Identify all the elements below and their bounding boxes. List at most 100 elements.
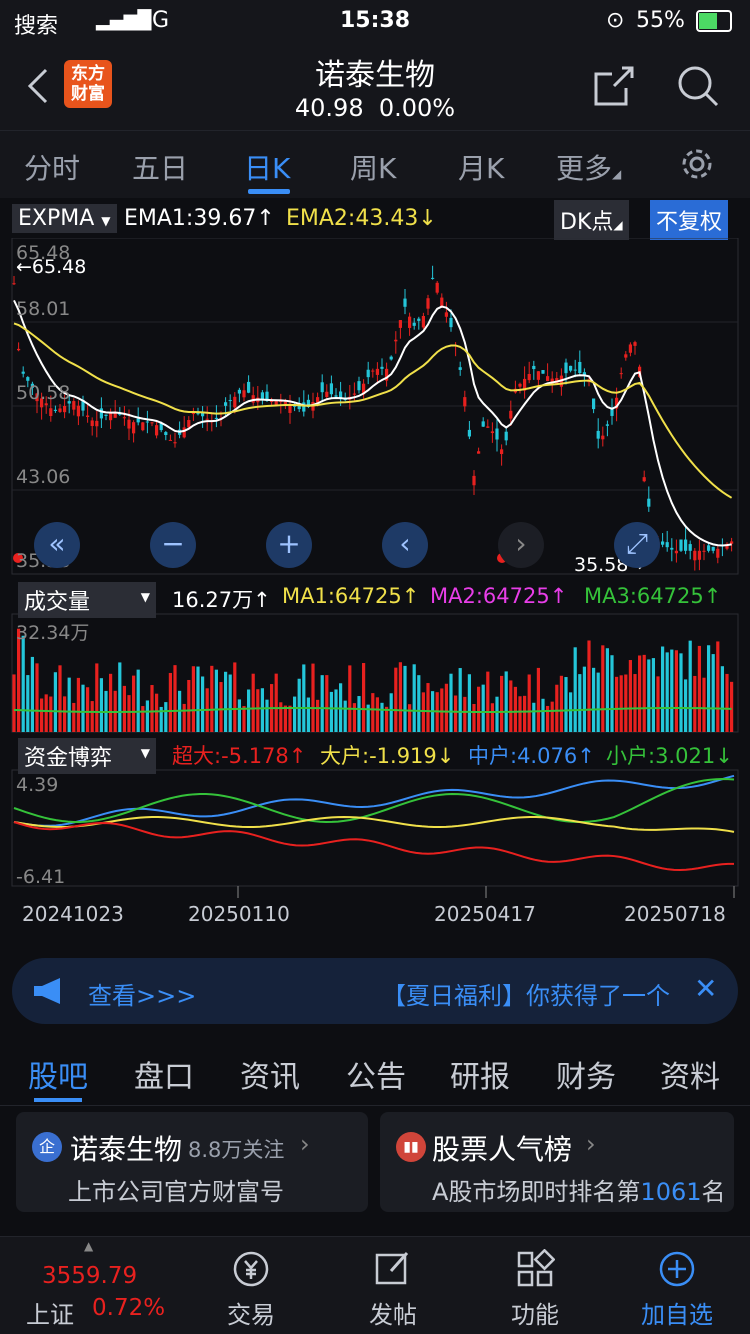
volume-max: 32.34万: [16, 622, 90, 644]
tab-guba[interactable]: 股吧: [28, 1052, 88, 1096]
scroll-right-button[interactable]: ›: [498, 522, 544, 568]
volume-bar: [67, 677, 71, 732]
promo-banner[interactable]: 查看>>> 【夏日福利】你获得了一个 ✕: [12, 958, 738, 1024]
rank-prefix: A股市场即时排名第: [432, 1178, 641, 1206]
app-logo[interactable]: 东方 财富: [64, 60, 112, 108]
volume-bar: [679, 653, 683, 732]
chevron-left-icon[interactable]: [22, 66, 52, 106]
tab-five-day[interactable]: 五日: [132, 147, 188, 187]
card-followers: 8.8万关注: [188, 1138, 285, 1162]
index-change[interactable]: 0.72%: [92, 1295, 165, 1321]
nav-trade-label: 交易: [227, 1301, 275, 1329]
tab-weekly-k[interactable]: 周K: [350, 147, 396, 187]
volume-bar: [536, 667, 540, 732]
volume-bar: [228, 674, 232, 732]
tab-pankou[interactable]: 盘口: [134, 1052, 194, 1096]
volume-bar: [86, 687, 90, 732]
tab-finance[interactable]: 财务: [556, 1052, 616, 1096]
zoom-out-button[interactable]: −: [150, 522, 196, 568]
status-bar: 搜索 ▂▄▆█ 4G 15:38 ⊙ 55%: [0, 0, 750, 44]
zoom-in-button[interactable]: +: [266, 522, 312, 568]
volume-bar: [237, 699, 241, 732]
stock-price: 40.98: [294, 94, 364, 122]
kline-chart-area[interactable]: EXPMA ▼ EMA1:39.67↑ EMA2:43.43↓ DK点◢ 不复权…: [0, 198, 750, 948]
volume-bar: [661, 646, 665, 732]
banner-link-text[interactable]: 查看>>>: [88, 976, 196, 1011]
volume-bar: [132, 675, 136, 732]
expma-label: EXPMA: [18, 206, 95, 231]
price-tick: 50.58: [16, 382, 71, 404]
company-card[interactable]: 企 诺泰生物 8.8万关注 › 上市公司官方财富号: [16, 1112, 368, 1212]
lock-icon: ⊙: [606, 8, 625, 33]
card-company-name: 诺泰生物: [70, 1133, 183, 1166]
search-icon[interactable]: [676, 64, 720, 108]
megaphone-icon: [34, 978, 60, 1004]
volume-bar: [274, 673, 278, 732]
index-name[interactable]: 上证: [26, 1295, 74, 1330]
volume-bar: [242, 706, 246, 732]
volume-bar: [164, 702, 168, 732]
volume-bar: [555, 684, 559, 732]
nav-add-watchlist[interactable]: 加自选: [622, 1249, 732, 1330]
battery-percent: 55%: [636, 8, 685, 33]
tab-profile[interactable]: 资料: [660, 1052, 720, 1096]
rank-value: 1061: [640, 1178, 702, 1206]
tab-daily-k[interactable]: 日K: [244, 147, 290, 187]
tab-monthly-k[interactable]: 月K: [458, 147, 504, 187]
volume-bar: [279, 702, 283, 732]
volume-bar: [403, 665, 407, 732]
volume-bar: [504, 671, 508, 732]
index-value[interactable]: 3559.79: [42, 1263, 137, 1289]
stock-name: 诺泰生物: [315, 58, 435, 93]
close-icon[interactable]: ✕: [694, 972, 717, 1005]
fund-medium: 中户:4.076↑: [468, 744, 595, 768]
gear-icon[interactable]: [680, 147, 714, 181]
tab-more[interactable]: 更多◢: [556, 147, 621, 187]
tab-announcements[interactable]: 公告: [346, 1052, 406, 1096]
tab-intraday[interactable]: 分时: [24, 147, 80, 187]
chevron-right-icon: ›: [300, 1130, 310, 1158]
battery-icon: [696, 10, 732, 32]
volume-bar: [306, 697, 310, 732]
volume-bar: [182, 703, 186, 732]
adjust-button[interactable]: 不复权: [650, 200, 729, 240]
volume-bar: [665, 652, 669, 732]
tab-news[interactable]: 资讯: [240, 1052, 300, 1096]
nav-post[interactable]: 发帖: [338, 1249, 448, 1330]
volume-bar: [191, 666, 195, 732]
volume-bar: [398, 662, 402, 732]
volume-bar: [610, 655, 614, 732]
volume-bar: [118, 662, 122, 732]
nav-functions[interactable]: 功能: [480, 1249, 590, 1330]
fund-selector[interactable]: 资金博弈 ▼: [18, 738, 156, 774]
expma-selector[interactable]: EXPMA ▼: [12, 204, 117, 233]
tab-research[interactable]: 研报: [450, 1052, 510, 1096]
popularity-card[interactable]: ▮▮ 股票人气榜 › A股市场即时排名第1061名: [380, 1112, 734, 1212]
caret-up-icon: ▲: [84, 1239, 94, 1253]
volume-bar: [587, 640, 591, 732]
volume-bar: [467, 674, 471, 732]
volume-bar: [343, 700, 347, 732]
volume-bar: [421, 692, 425, 732]
nav-trade[interactable]: 交易: [196, 1249, 306, 1330]
price-tick: 58.01: [16, 298, 71, 320]
volume-bar: [109, 673, 113, 732]
volume-bar: [440, 688, 444, 732]
dk-point-button[interactable]: DK点◢: [554, 200, 629, 240]
enterprise-icon: 企: [32, 1132, 62, 1162]
volume-bar: [716, 641, 720, 732]
volume-bar: [513, 686, 517, 732]
volume-selector[interactable]: 成交量 ▼: [18, 582, 156, 618]
fund-min: -6.41: [16, 866, 66, 888]
reset-view-button[interactable]: ⤢: [614, 522, 660, 568]
fast-back-button[interactable]: «: [34, 522, 80, 568]
chart-bar-icon: ▮▮: [396, 1132, 426, 1162]
fund-label: 资金博弈: [24, 746, 113, 771]
share-icon[interactable]: [592, 64, 636, 108]
volume-bar: [656, 676, 660, 732]
volume-bar: [573, 647, 577, 732]
volume-bar: [444, 683, 448, 732]
volume-bar: [546, 705, 550, 732]
scroll-left-button[interactable]: ‹: [382, 522, 428, 568]
volume-bar: [408, 704, 412, 732]
